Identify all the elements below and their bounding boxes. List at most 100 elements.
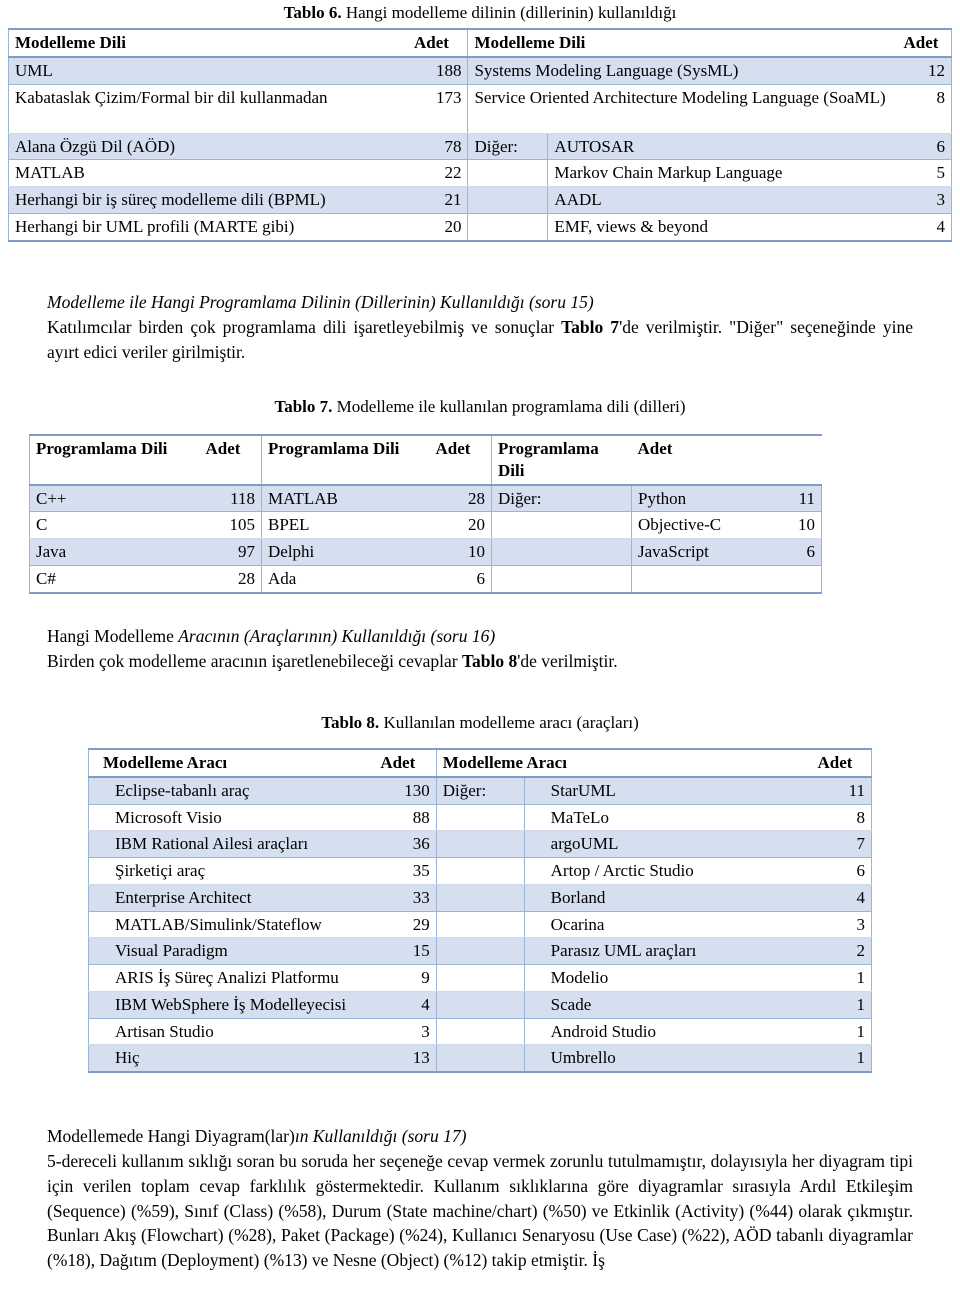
table8-tool-name: Visual Paradigm — [88, 937, 375, 965]
table8-tool-count: 88 — [374, 803, 437, 832]
table8: Modelleme Aracı Adet Modelleme Aracı Ade… — [88, 748, 872, 1073]
table6-lang-name: UML — [8, 56, 408, 85]
table6-lang-count: 8 — [897, 83, 953, 134]
table6-caption-text: Hangi modelleme dilinin (dillerinin) kul… — [345, 3, 677, 22]
table8-tool-name: Ocarina — [523, 910, 812, 939]
section-15-table-ref: Tablo 7 — [561, 316, 620, 337]
table7-header-cell: Programlama Dili — [491, 435, 632, 486]
table8-tool-count: 1 — [811, 964, 872, 992]
table7-caption: Tablo 7. Modelleme ile kullanılan progra… — [0, 396, 960, 417]
table7-header-cell: Programlama Dili — [261, 435, 430, 486]
table6-lang-count: 5 — [897, 159, 953, 187]
table6-lang-count: 4 — [897, 212, 953, 242]
table7-caption-text: Modelleme ile kullanılan programlama dil… — [336, 397, 686, 416]
section-16-heading-plain: Hangi Modelleme — [47, 626, 179, 646]
table6-lang-count: 22 — [408, 159, 469, 187]
table8-tool-count: 130 — [374, 776, 437, 805]
table-row: C# 28 Ada 6 — [29, 564, 822, 594]
table7-caption-label: Tablo 7. — [274, 397, 333, 416]
table8-tool-count: 2 — [811, 937, 872, 965]
section-16-heading: Hangi Modelleme Aracının (Araçlarının) K… — [47, 624, 913, 649]
table8-other-label — [435, 1044, 525, 1073]
table6-lang-name: Markov Chain Markup Language — [547, 159, 898, 187]
table8-caption: Tablo 8. Kullanılan modelleme aracı (ara… — [0, 712, 960, 733]
table-row: Java 97 Delphi 10 JavaScript 6 — [29, 538, 822, 566]
table7-lang-name — [631, 564, 770, 594]
table6-lang-name: Alana Özgü Dil (AÖD) — [8, 132, 408, 161]
table6-other-label — [467, 159, 549, 187]
table6-wrapper: Modelleme Dili Adet Modelleme Dili Adet … — [8, 28, 953, 242]
table8-wrapper: Modelleme Aracı Adet Modelleme Aracı Ade… — [88, 748, 872, 1073]
table7-wrapper: Programlama Dili Adet Programlama Dili A… — [29, 434, 931, 594]
section-15-body: Katılımcılar birden çok programlama dili… — [47, 315, 913, 365]
section-16-table-ref: Tablo 8 — [461, 650, 518, 671]
table6-lang-name: Kabataslak Çizim/Formal bir dil kullanma… — [8, 83, 408, 134]
table8-tool-name: ARIS İş Süreç Analizi Platformu — [88, 964, 375, 992]
table8-header-cell: Modelleme Aracı — [435, 749, 812, 778]
table7-lang-count: 118 — [199, 483, 262, 513]
table6-lang-count: 12 — [897, 56, 953, 85]
table8-tool-name: Artisan Studio — [88, 1017, 375, 1046]
table8-tool-count: 4 — [374, 990, 437, 1019]
table8-tool-name: argoUML — [523, 830, 812, 858]
section-15-heading: Modelleme ile Hangi Programlama Dilinin … — [47, 290, 913, 315]
table7-header-cell: Adet — [429, 435, 492, 486]
table7-lang-name: JavaScript — [631, 538, 770, 566]
table-row: Eclipse-tabanlı araç 130 Diğer: StarUML … — [88, 776, 872, 805]
table7-lang-count: 97 — [199, 538, 262, 566]
section-17-body: 5-dereceli kullanım sıklığı soran bu sor… — [47, 1150, 913, 1271]
table8-tool-count: 3 — [374, 1017, 437, 1046]
table7-other-label — [491, 564, 632, 594]
table6-header-cell: Modelleme Dili — [8, 29, 408, 58]
section-15-heading-text: Modelleme ile Hangi Programlama Dilinin … — [47, 292, 594, 312]
section-16-body-a: Birden çok modelleme aracının işaretlene… — [47, 650, 462, 671]
table6-lang-name: Herhangi bir iş süreç modelleme dili (BP… — [8, 186, 408, 214]
section-16: Hangi Modelleme Aracının (Araçlarının) K… — [47, 624, 913, 674]
table7-header-row: Programlama Dili Adet Programlama Dili A… — [29, 435, 822, 486]
table8-other-label — [435, 857, 525, 885]
section-16-heading-italic: Aracının (Araçlarının) Kullanıldığı (sor… — [178, 626, 496, 646]
table8-tool-count: 6 — [811, 857, 872, 885]
table8-other-label — [435, 830, 525, 858]
table6-lang-name: AADL — [547, 186, 898, 214]
table7-lang-count — [769, 564, 822, 594]
table8-tool-name: Enterprise Architect — [88, 883, 375, 912]
table-row: C++ 118 MATLAB 28 Diğer: Python 11 — [29, 483, 822, 513]
table7: Programlama Dili Adet Programlama Dili A… — [29, 434, 822, 594]
table-row: IBM WebSphere İş Modelleyecisi 4 Scade 1 — [88, 990, 872, 1019]
table8-tool-name: StarUML — [523, 776, 812, 805]
table7-lang-name: Java — [29, 538, 200, 566]
table8-tool-name: Eclipse-tabanlı araç — [88, 776, 375, 805]
table7-lang-name: MATLAB — [261, 483, 430, 513]
table8-tool-count: 29 — [374, 910, 437, 939]
table8-tool-count: 35 — [374, 857, 437, 885]
table8-header-cell: Adet — [811, 749, 872, 778]
table6-caption-label: Tablo 6. — [283, 3, 342, 22]
table7-lang-count: 6 — [769, 538, 822, 566]
table8-header-cell: Adet — [374, 749, 437, 778]
table6-lang-name: MATLAB — [8, 159, 408, 187]
table7-other-label — [491, 538, 632, 566]
section-17-heading: Modellemede Hangi Diyagram(lar)ın Kullan… — [47, 1124, 913, 1149]
table7-lang-count: 20 — [429, 511, 492, 539]
table8-tool-count: 8 — [811, 803, 872, 832]
document-page: Tablo 6. Hangi modelleme dilinin (diller… — [0, 0, 960, 1303]
table8-tool-count: 9 — [374, 964, 437, 992]
table-row: Artisan Studio 3 Android Studio 1 — [88, 1017, 872, 1046]
table6-lang-count: 21 — [408, 186, 469, 214]
table6-lang-count: 78 — [408, 132, 469, 161]
table8-tool-count: 1 — [811, 990, 872, 1019]
section-17-heading-plain: Modellemede Hangi Diyagram(lar) — [47, 1126, 295, 1146]
table8-tool-name: Microsoft Visio — [88, 803, 375, 832]
table7-lang-name: C# — [29, 564, 200, 594]
table7-lang-count: 28 — [199, 564, 262, 594]
table6-header-cell: Adet — [408, 29, 469, 58]
table6-lang-count: 188 — [408, 56, 469, 85]
table7-lang-name: Python — [631, 483, 770, 513]
table6-lang-count: 173 — [408, 83, 469, 134]
table8-tool-name: Scade — [523, 990, 812, 1019]
table7-lang-name: Ada — [261, 564, 430, 594]
table8-tool-name: Parasız UML araçları — [523, 937, 812, 965]
table6-other-label — [467, 186, 549, 214]
table6-lang-name: Service Oriented Architecture Modeling L… — [467, 83, 898, 134]
